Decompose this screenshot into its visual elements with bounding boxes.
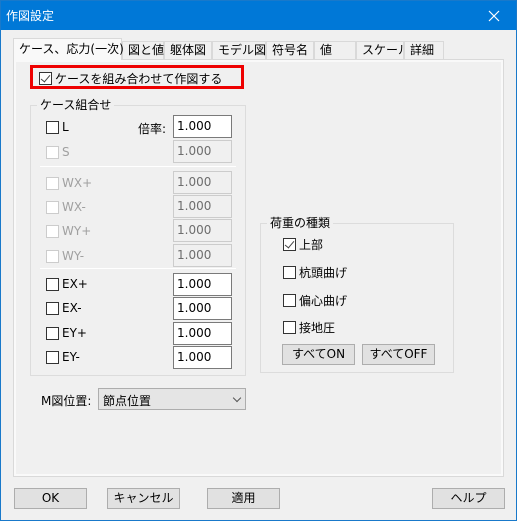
window-title: 作図設定 [6, 9, 55, 23]
cancel-button[interactable]: キャンセル [107, 488, 180, 509]
ratio-input-s: 1.000 [173, 140, 232, 163]
case-checkbox-wx-minus: WX- [46, 200, 86, 214]
all-off-button[interactable]: すべてOFF [362, 344, 435, 365]
case-group-title: ケース組合せ [37, 98, 115, 112]
ratio-input-ex-minus[interactable]: 1.000 [173, 297, 232, 320]
load-checkbox-ground-pressure[interactable]: 接地圧 [283, 319, 335, 336]
ratio-input-wx-plus: 1.000 [173, 171, 232, 194]
combine-cases-checkbox[interactable]: ケースを組み合わせて作図する [39, 70, 222, 87]
m-position-select[interactable]: 節点位置 [98, 388, 246, 410]
load-checkbox-pile-head-bending[interactable]: 杭頭曲げ [283, 264, 347, 281]
m-position-label: M図位置: [41, 394, 92, 408]
tab-frame-figure[interactable]: 躯体図 [164, 41, 212, 60]
ratio-input-ey-plus[interactable]: 1.000 [173, 322, 232, 345]
tab-figure-value[interactable]: 図と値 [122, 41, 164, 60]
separator [40, 166, 236, 167]
ratio-input-wy-minus: 1.000 [173, 244, 232, 267]
case-checkbox-l[interactable]: L [46, 120, 69, 134]
case-checkbox-wx-plus: WX+ [46, 176, 92, 190]
help-button[interactable]: ヘルプ [432, 488, 505, 509]
ratio-input-ex-plus[interactable]: 1.000 [173, 273, 232, 296]
case-checkbox-s: S [46, 145, 70, 159]
load-checkbox-upper[interactable]: 上部 [283, 236, 323, 253]
tab-value[interactable]: 値 [314, 41, 356, 60]
tab-scale[interactable]: スケール [356, 41, 410, 60]
tab-detail[interactable]: 詳細 [404, 41, 444, 60]
apply-button[interactable]: 適用 [207, 488, 280, 509]
case-checkbox-wy-minus: WY- [46, 249, 84, 263]
ok-button[interactable]: OK [14, 488, 87, 509]
close-button[interactable] [472, 1, 516, 30]
tab-symbol-name[interactable]: 符号名 [266, 41, 314, 60]
case-checkbox-wy-plus: WY+ [46, 224, 91, 238]
tab-case-stress[interactable]: ケース、応力(一次) [13, 38, 124, 60]
ratio-input-l[interactable]: 1.000 [173, 115, 232, 138]
ratio-input-ey-minus[interactable]: 1.000 [173, 346, 232, 369]
title-bar: 作図設定 [1, 1, 516, 30]
load-group-title: 荷重の種類 [267, 216, 334, 230]
ratio-label: 倍率: [138, 122, 167, 136]
chevron-down-icon [232, 393, 242, 403]
case-checkbox-ey-plus[interactable]: EY+ [46, 326, 87, 340]
load-checkbox-eccentric-bending[interactable]: 偏心曲げ [283, 292, 347, 309]
tab-model-figure[interactable]: モデル図 [212, 41, 266, 60]
case-checkbox-ex-minus[interactable]: EX- [46, 301, 82, 315]
checkbox-box [39, 72, 52, 85]
all-on-button[interactable]: すべてON [282, 344, 355, 365]
separator [40, 268, 236, 269]
ratio-input-wy-plus: 1.000 [173, 219, 232, 242]
ratio-input-wx-minus: 1.000 [173, 195, 232, 218]
case-checkbox-ex-plus[interactable]: EX+ [46, 277, 88, 291]
settings-dialog: 作図設定 ケース、応力(一次) 図と値 躯体図 モデル図 符号名 値 スケール … [0, 0, 517, 521]
case-checkbox-ey-minus[interactable]: EY- [46, 350, 80, 364]
close-icon [488, 10, 500, 21]
